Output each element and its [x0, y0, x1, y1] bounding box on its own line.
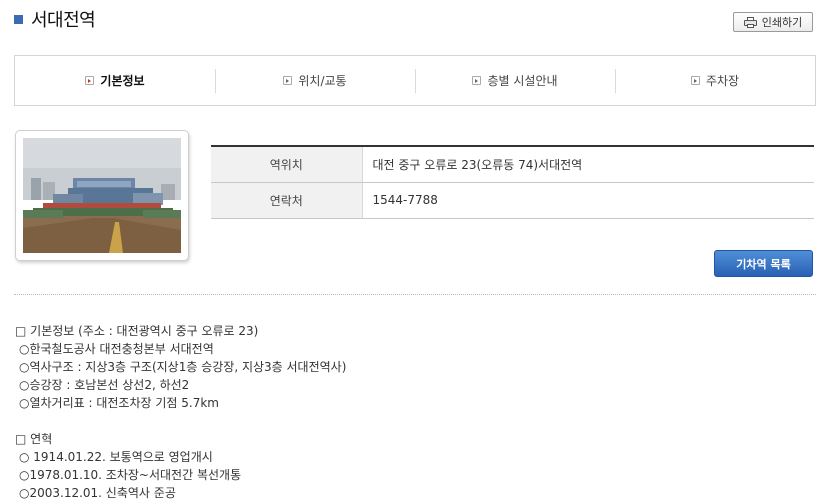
tab-label: 층별 시설안내 — [487, 74, 558, 88]
station-photo-frame — [15, 130, 189, 261]
description-line: ○1978.01.10. 조차장~서대전간 복선개통 — [19, 468, 242, 482]
tab-label: 기본정보 — [100, 74, 145, 88]
section-heading-history: □ 연혁 — [15, 432, 53, 446]
tab-floor-facilities[interactable]: 층별 시설안내 — [415, 56, 615, 105]
tab-arrow-icon — [283, 76, 293, 85]
description-line: ○승강장 : 호남본선 상선2, 하선2 — [19, 378, 190, 392]
location-value: 대전 중구 오류로 23(오류동 74)서대전역 — [362, 146, 814, 183]
description-line: ○역사구조 : 지상3층 구조(지상1층 승강장, 지상3층 서대전역사) — [19, 360, 347, 374]
print-button[interactable]: 인쇄하기 — [733, 12, 813, 32]
table-row: 역위치 대전 중구 오류로 23(오류동 74)서대전역 — [211, 146, 814, 183]
tab-arrow-icon — [690, 76, 700, 85]
tab-arrow-icon — [472, 76, 482, 85]
station-list-button[interactable]: 기차역 목록 — [714, 250, 813, 277]
station-photo — [23, 138, 181, 253]
description-line: ○한국철도공사 대전충청본부 서대전역 — [19, 342, 214, 356]
page-header: 서대전역 — [14, 6, 96, 32]
tab-label: 위치/교통 — [298, 74, 347, 88]
contact-label: 연락처 — [211, 182, 363, 219]
description-line: ○열차거리표 : 대전조차장 기점 5.7km — [19, 396, 219, 410]
tab-label: 주차장 — [705, 74, 740, 88]
print-button-label: 인쇄하기 — [761, 16, 803, 29]
station-building-image — [23, 138, 181, 253]
tab-location-transport[interactable]: 위치/교통 — [215, 56, 415, 105]
section-divider — [14, 294, 816, 295]
station-info-table: 역위치 대전 중구 오류로 23(오류동 74)서대전역 연락처 1544-77… — [211, 145, 814, 219]
description-line: ○ 1914.01.22. 보통역으로 영업개시 — [19, 450, 213, 464]
station-description: □ 기본정보 (주소 : 대전광역시 중구 오류로 23) ○한국철도공사 대전… — [15, 322, 815, 501]
printer-icon — [743, 16, 757, 28]
title-square-icon — [14, 14, 23, 24]
location-label: 역위치 — [211, 146, 363, 183]
tab-arrow-icon — [85, 76, 95, 85]
section-heading-basic: □ 기본정보 (주소 : 대전광역시 중구 오류로 23) — [15, 324, 259, 338]
table-row: 연락처 1544-7788 — [211, 182, 814, 219]
page-title: 서대전역 — [31, 10, 96, 31]
tab-parking[interactable]: 주차장 — [615, 56, 815, 105]
station-tabs: 기본정보 위치/교통 층별 시설안내 주차장 — [14, 55, 816, 106]
tab-basic-info[interactable]: 기본정보 — [15, 56, 215, 105]
description-line: ○2003.12.01. 신축역사 준공 — [19, 486, 176, 500]
contact-value: 1544-7788 — [362, 182, 814, 219]
